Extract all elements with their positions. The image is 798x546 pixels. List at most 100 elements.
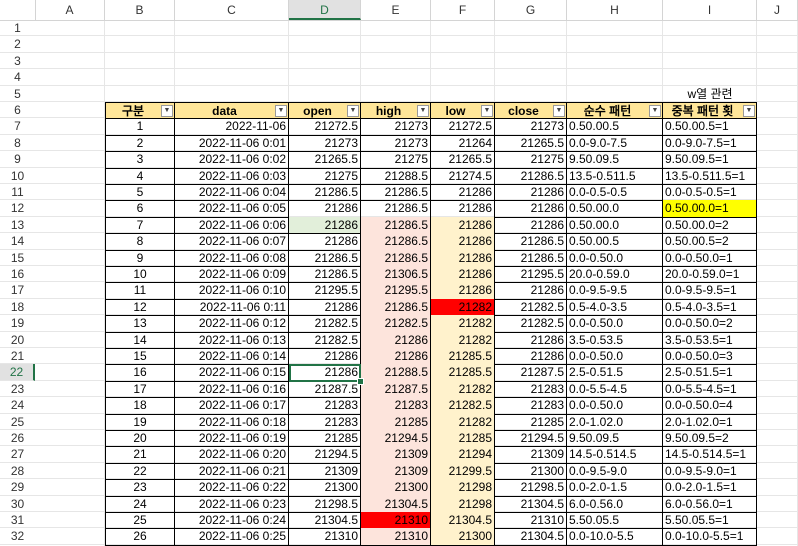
cell-high[interactable]: 21286: [361, 348, 431, 366]
cell-low[interactable]: 21285.5: [431, 348, 495, 366]
cell-datetime[interactable]: 2022-11-06 0:16: [175, 380, 289, 399]
cell-low[interactable]: 21286: [431, 233, 495, 251]
cell-low[interactable]: 21286: [431, 184, 495, 202]
cell-close[interactable]: 21273: [495, 118, 567, 136]
cell-pure-pattern[interactable]: 0.0-9.0-7.5: [567, 134, 663, 153]
row-header-18[interactable]: 18: [0, 299, 35, 316]
cell-open[interactable]: 21273: [289, 134, 361, 153]
cell-low[interactable]: 21285: [431, 430, 495, 448]
cell-index[interactable]: 9: [105, 249, 175, 267]
cell-dup-pattern[interactable]: 2.0-1.02.0=1: [663, 413, 757, 431]
cell-high[interactable]: 21285: [361, 413, 431, 431]
cell-open[interactable]: 21286.5: [289, 266, 361, 284]
cell-index[interactable]: 16: [105, 364, 175, 382]
cell-datetime[interactable]: 2022-11-06 0:01: [175, 134, 289, 153]
cell-open[interactable]: 21286.5: [289, 249, 361, 267]
cell-low[interactable]: 21298: [431, 479, 495, 497]
cell-pure-pattern[interactable]: 0.0-10.0-5.5: [567, 528, 663, 546]
filter-dropdown-icon[interactable]: ▼: [417, 105, 429, 117]
cell-close[interactable]: 21295.5: [495, 266, 567, 284]
row-header-22[interactable]: 22: [0, 364, 35, 381]
filter-dropdown-icon[interactable]: ▼: [743, 105, 755, 117]
row-header-4[interactable]: 4: [0, 69, 35, 86]
cell-dup-pattern[interactable]: 0.0-9.0-7.5=1: [663, 134, 757, 153]
row-header-8[interactable]: 8: [0, 135, 35, 152]
cell-index[interactable]: 19: [105, 413, 175, 431]
row-header-3[interactable]: 3: [0, 53, 35, 70]
cell-dup-pattern[interactable]: 0.50.00.0=1: [663, 200, 757, 218]
cell-index[interactable]: 26: [105, 528, 175, 546]
cell-low[interactable]: 21282: [431, 380, 495, 399]
cell-index[interactable]: 23: [105, 479, 175, 497]
cell-high[interactable]: 21287.5: [361, 380, 431, 399]
cell-close[interactable]: 21287.5: [495, 364, 567, 382]
row-header-28[interactable]: 28: [0, 463, 35, 480]
cell-datetime[interactable]: 2022-11-06 0:17: [175, 397, 289, 415]
table-header-gubun[interactable]: 구분 ▼: [105, 102, 175, 120]
cell-datetime[interactable]: 2022-11-06 0:08: [175, 249, 289, 267]
table-header-open[interactable]: open ▼: [289, 102, 361, 120]
cell-low[interactable]: 21286: [431, 266, 495, 284]
row-header-25[interactable]: 25: [0, 414, 35, 430]
cell-close[interactable]: 21282.5: [495, 315, 567, 333]
column-header-a[interactable]: A: [35, 0, 105, 20]
cell-close[interactable]: 21286: [495, 216, 567, 235]
cell-open[interactable]: 21309: [289, 462, 361, 481]
cell-dup-pattern[interactable]: 0.50.00.0=2: [663, 216, 757, 235]
cell-low[interactable]: 21300: [431, 528, 495, 546]
cell-datetime[interactable]: 2022-11-06 0:13: [175, 331, 289, 349]
fill-handle[interactable]: [357, 377, 364, 385]
cell-datetime[interactable]: 2022-11-06 0:14: [175, 348, 289, 366]
row-header-27[interactable]: 27: [0, 446, 35, 463]
cell-pure-pattern[interactable]: 0.5-4.0-3.5: [567, 298, 663, 317]
cell-datetime[interactable]: 2022-11-06 0:21: [175, 462, 289, 481]
cell-dup-pattern[interactable]: 0.0-5.5-4.5=1: [663, 380, 757, 399]
cell-low[interactable]: 21282.5: [431, 397, 495, 415]
cell-open[interactable]: 21286: [289, 216, 361, 235]
cell-close[interactable]: 21286: [495, 348, 567, 366]
cell-pure-pattern[interactable]: 20.0-0.59.0: [567, 266, 663, 284]
row-header-16[interactable]: 16: [0, 266, 35, 283]
cell-pure-pattern[interactable]: 2.0-1.02.0: [567, 413, 663, 431]
cell-pure-pattern[interactable]: 0.0-0.50.0: [567, 348, 663, 366]
cell-pure-pattern[interactable]: 0.0-0.50.0: [567, 249, 663, 267]
cell-close[interactable]: 21304.5: [495, 495, 567, 513]
cell-index[interactable]: 22: [105, 462, 175, 481]
cell-low[interactable]: 21272.5: [431, 118, 495, 136]
cell-open[interactable]: 21294.5: [289, 446, 361, 464]
cell-close[interactable]: 21298.5: [495, 479, 567, 497]
filter-dropdown-icon[interactable]: ▼: [553, 105, 565, 117]
cell-open[interactable]: 21286: [289, 233, 361, 251]
cell-close[interactable]: 21300: [495, 462, 567, 481]
cell-low[interactable]: 21282: [431, 413, 495, 431]
row-header-31[interactable]: 31: [0, 512, 35, 529]
cell-close[interactable]: 21286.5: [495, 167, 567, 185]
column-header-e[interactable]: E: [361, 0, 431, 20]
filter-dropdown-icon[interactable]: ▼: [481, 105, 493, 117]
cell-high[interactable]: 21273: [361, 118, 431, 136]
cell-dup-pattern[interactable]: 0.0-0.50.0=2: [663, 315, 757, 333]
cell-close[interactable]: 21286: [495, 184, 567, 202]
column-header-c[interactable]: C: [175, 0, 289, 20]
cell-open[interactable]: 21286: [289, 348, 361, 366]
cell-low[interactable]: 21265.5: [431, 151, 495, 169]
cell-close[interactable]: 21310: [495, 512, 567, 530]
cell-low[interactable]: 21286: [431, 282, 495, 300]
cell-datetime[interactable]: 2022-11-06 0:02: [175, 151, 289, 169]
cell-index[interactable]: 20: [105, 430, 175, 448]
row-header-10[interactable]: 10: [0, 168, 35, 184]
cell-high[interactable]: 21286.5: [361, 298, 431, 317]
cell-datetime[interactable]: 2022-11-06 0:22: [175, 479, 289, 497]
cell-pure-pattern[interactable]: 0.0-9.5-9.0: [567, 462, 663, 481]
cell-datetime[interactable]: 2022-11-06: [175, 118, 289, 136]
cell-datetime[interactable]: 2022-11-06 0:15: [175, 364, 289, 382]
row-header-6[interactable]: 6: [0, 102, 35, 119]
table-header-dup-pattern-count[interactable]: 중복 패턴 횟 ▼: [663, 102, 757, 120]
cell-index[interactable]: 14: [105, 331, 175, 349]
cell-index[interactable]: 3: [105, 151, 175, 169]
cell-low[interactable]: 21304.5: [431, 512, 495, 530]
cell-close[interactable]: 21286: [495, 200, 567, 218]
cell-datetime[interactable]: 2022-11-06 0:09: [175, 266, 289, 284]
cell-high[interactable]: 21310: [361, 528, 431, 546]
cell-pure-pattern[interactable]: 5.50.05.5: [567, 512, 663, 530]
